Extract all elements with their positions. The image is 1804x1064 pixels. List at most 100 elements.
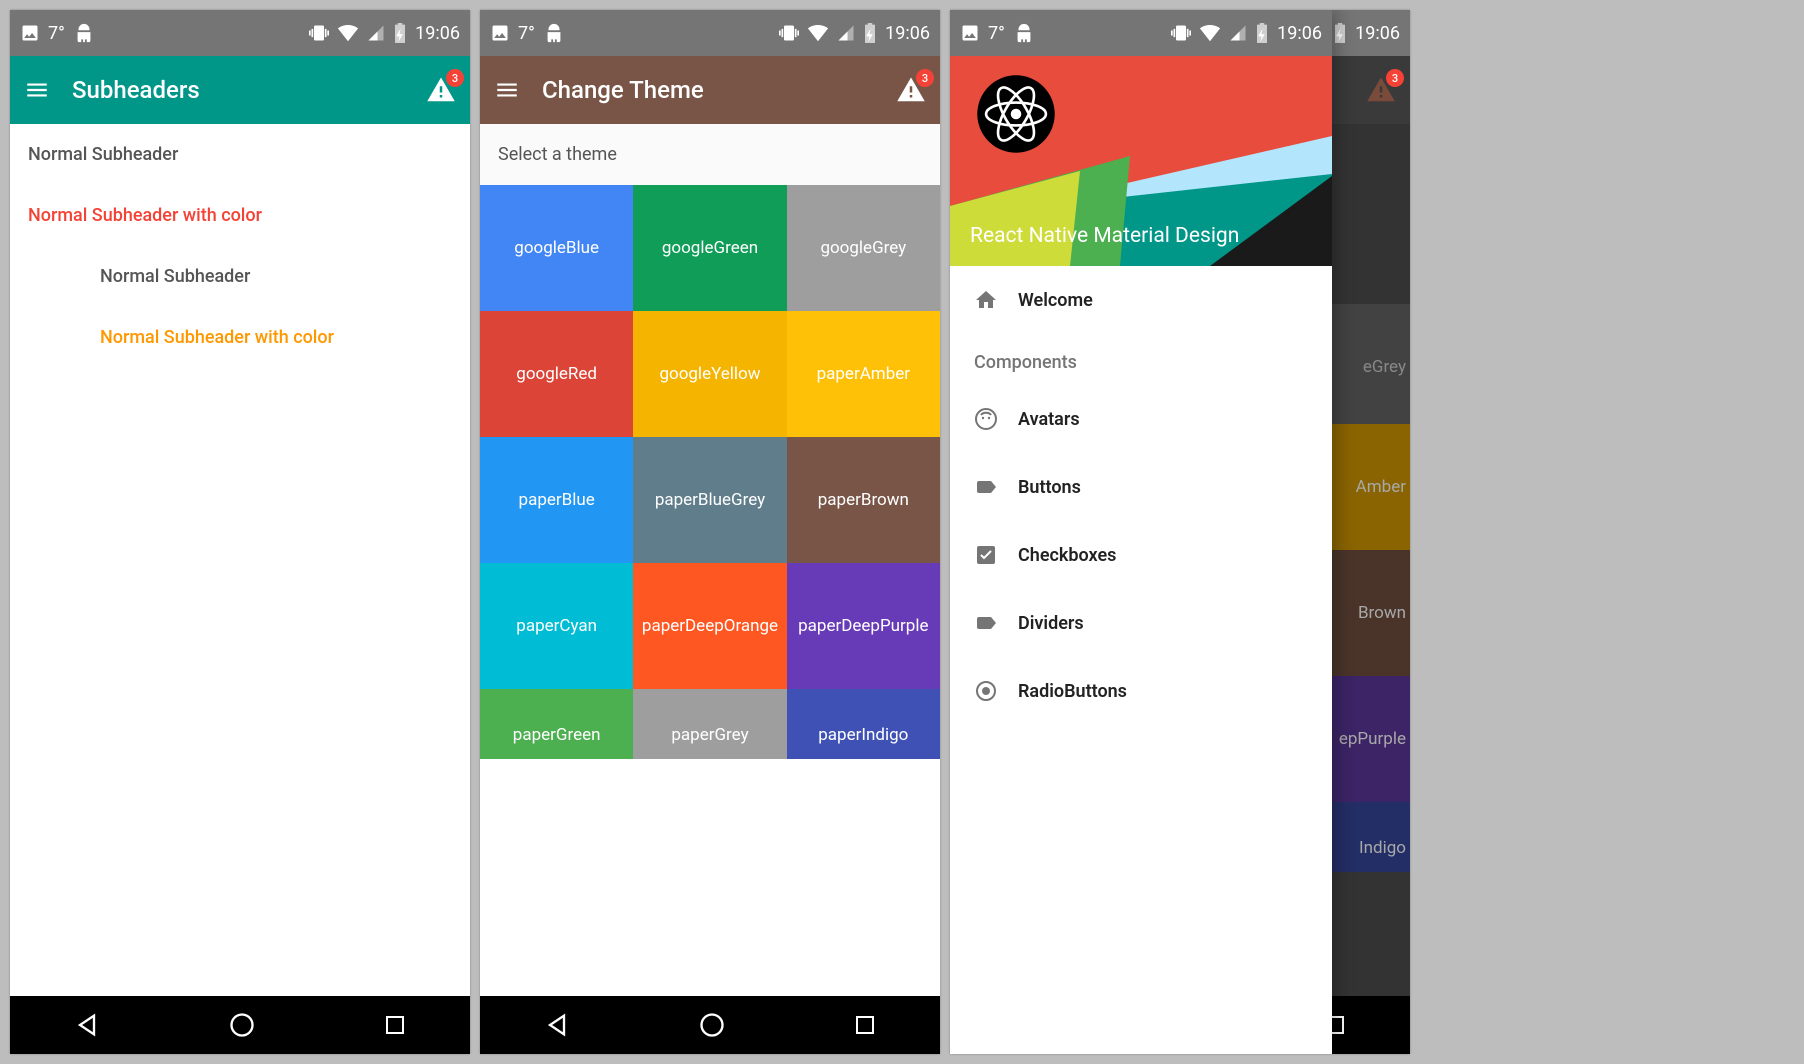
wifi-icon — [807, 22, 829, 44]
subheader-inset: Normal Subheader — [10, 246, 470, 307]
home-icon[interactable] — [698, 1011, 726, 1039]
theme-tile-paperBlue[interactable]: paperBlue — [480, 437, 633, 563]
signal-icon — [1229, 24, 1247, 42]
theme-tile-googleRed[interactable]: googleRed — [480, 311, 633, 437]
label-icon — [974, 611, 1018, 635]
drawer-item-label: Buttons — [1018, 477, 1081, 498]
status-temp: 7° — [48, 23, 65, 44]
theme-tile-paperGreen[interactable]: paperGreen — [480, 689, 633, 759]
app-bar: Change Theme 3 — [480, 56, 940, 124]
home-icon[interactable] — [228, 1011, 256, 1039]
peek-tile[interactable]: Indigo — [1332, 802, 1410, 872]
badge-count: 3 — [916, 69, 934, 87]
signal-icon — [367, 24, 385, 42]
recents-icon[interactable] — [853, 1013, 877, 1037]
theme-tile-paperBlueGrey[interactable]: paperBlueGrey — [633, 437, 786, 563]
drawer-item-checkboxes[interactable]: Checkboxes — [950, 521, 1332, 589]
status-bar: 7° 19:06 — [480, 10, 940, 56]
badge-count: 3 — [446, 69, 464, 87]
hamburger-icon — [494, 77, 520, 103]
face-icon — [974, 407, 1018, 431]
status-time: 19:06 — [415, 23, 460, 44]
subheader-color-red: Normal Subheader with color — [10, 185, 470, 246]
checkbox-icon — [974, 543, 1018, 567]
android-nav-bar — [480, 996, 940, 1054]
subheader-inset-color: Normal Subheader with color — [10, 307, 470, 368]
peek-tile[interactable]: eGrey — [1332, 304, 1410, 430]
theme-tile-paperDeepPurple[interactable]: paperDeepPurple — [787, 563, 940, 689]
signal-icon — [837, 24, 855, 42]
theme-tile-googleYellow[interactable]: googleYellow — [633, 311, 786, 437]
warning-button[interactable]: 3 — [896, 75, 926, 105]
battery-icon — [1255, 23, 1269, 43]
theme-tile-paperIndigo[interactable]: paperIndigo — [787, 689, 940, 759]
theme-tile-paperBrown[interactable]: paperBrown — [787, 437, 940, 563]
peek-tile[interactable]: Amber — [1332, 424, 1410, 550]
status-time: 19:06 — [1277, 23, 1322, 44]
drawer-item-label: Checkboxes — [1018, 545, 1116, 566]
android-nav-bar — [10, 996, 470, 1054]
drawer-subheader: Components — [950, 334, 1332, 385]
peek-tile[interactable]: Brown — [1332, 550, 1410, 676]
menu-button[interactable] — [494, 77, 520, 103]
wifi-icon — [337, 22, 359, 44]
status-time: 19:06 — [1355, 23, 1400, 44]
vibrate-icon — [779, 23, 799, 43]
drawer-item-label: RadioButtons — [1018, 681, 1127, 702]
warning-button[interactable]: 3 — [426, 75, 456, 105]
warning-button[interactable]: 3 — [1366, 75, 1396, 105]
peek-tile[interactable]: epPurple — [1332, 676, 1410, 802]
battery-icon — [863, 23, 877, 43]
back-icon[interactable] — [73, 1011, 101, 1039]
image-icon — [20, 23, 40, 43]
theme-grid: googleBluegoogleGreengoogleGrey googleRed… — [480, 185, 940, 759]
drawer-title: React Native Material Design — [970, 224, 1239, 248]
back-icon[interactable] — [543, 1011, 571, 1039]
drawer-item-label: Dividers — [1018, 613, 1084, 634]
drawer-item-radiobuttons[interactable]: RadioButtons — [950, 657, 1332, 725]
status-temp: 7° — [518, 23, 535, 44]
theme-tile-googleGreen[interactable]: googleGreen — [633, 185, 786, 311]
theme-tile-paperGrey[interactable]: paperGrey — [633, 689, 786, 759]
section-subheader: Select a theme — [480, 124, 940, 185]
drawer-item-buttons[interactable]: Buttons — [950, 453, 1332, 521]
label-icon — [974, 475, 1018, 499]
battery-icon — [393, 23, 407, 43]
status-time: 19:06 — [885, 23, 930, 44]
subheader-normal: Normal Subheader — [10, 124, 470, 185]
radio-icon — [974, 679, 1018, 703]
hamburger-icon — [24, 77, 50, 103]
phone-subheaders: 7° 19:06 Subheaders 3 Normal Subheader N… — [10, 10, 470, 1054]
appbar-title: Change Theme — [542, 76, 896, 104]
drawer-item-label: Welcome — [1018, 290, 1093, 311]
theme-tile-googleBlue[interactable]: googleBlue — [480, 185, 633, 311]
appbar-title: Subheaders — [72, 76, 426, 104]
home-icon — [974, 288, 1018, 312]
drawer-item-welcome[interactable]: Welcome — [950, 266, 1332, 334]
phone-change-theme: 7° 19:06 Change Theme 3 Select a theme g… — [480, 10, 940, 1054]
navigation-drawer: 7° 19:06 — [950, 10, 1332, 1054]
drawer-item-dividers[interactable]: Dividers — [950, 589, 1332, 657]
theme-tile-googleGrey[interactable]: googleGrey — [787, 185, 940, 311]
theme-tile-paperDeepOrange[interactable]: paperDeepOrange — [633, 563, 786, 689]
status-bar: 7° 19:06 — [10, 10, 470, 56]
badge-count: 3 — [1386, 69, 1404, 87]
image-icon — [490, 23, 510, 43]
drawer-item-avatars[interactable]: Avatars — [950, 385, 1332, 453]
content-area: Normal Subheader Normal Subheader with c… — [10, 124, 470, 996]
status-bar: 7° 19:06 — [950, 10, 1332, 56]
drawer-item-label: Avatars — [1018, 409, 1080, 430]
recents-icon[interactable] — [383, 1013, 407, 1037]
vibrate-icon — [309, 23, 329, 43]
android-icon — [73, 22, 95, 44]
battery-icon — [1333, 23, 1347, 43]
menu-button[interactable] — [24, 77, 50, 103]
phone-drawer: 7° 19:06 3 eGrey Amber Brown epPurple In… — [950, 10, 1410, 1054]
theme-tile-paperAmber[interactable]: paperAmber — [787, 311, 940, 437]
status-temp: 7° — [988, 23, 1005, 44]
drawer-header: React Native Material Design — [950, 56, 1332, 266]
theme-tile-paperCyan[interactable]: paperCyan — [480, 563, 633, 689]
app-bar: Subheaders 3 — [10, 56, 470, 124]
image-icon — [960, 23, 980, 43]
react-logo-icon — [972, 70, 1060, 158]
